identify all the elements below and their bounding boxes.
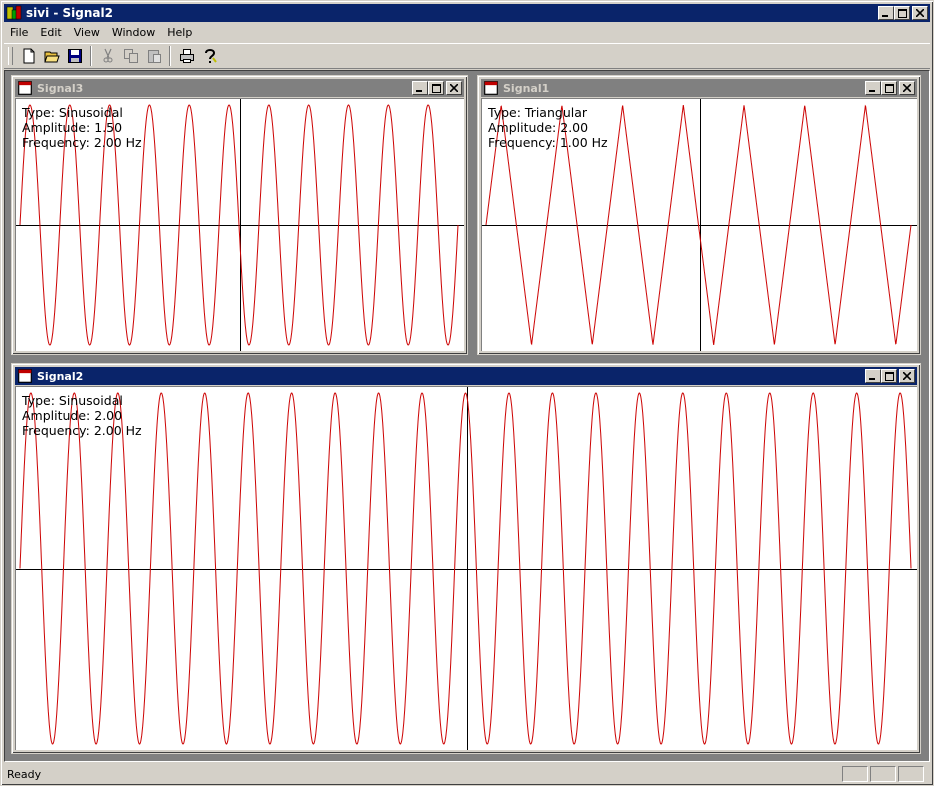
menu-file[interactable]: File <box>4 23 34 42</box>
cut-button[interactable] <box>96 45 119 67</box>
signal3-info: Type: Sinusoidal Amplitude: 1.50 Frequen… <box>22 105 142 150</box>
signal1-window-controls <box>865 81 915 95</box>
menu-bar: File Edit View Window Help <box>4 23 930 42</box>
toolbar-separator <box>169 46 171 66</box>
signal2-plot[interactable]: Type: Sinusoidal Amplitude: 2.00 Frequen… <box>15 386 917 750</box>
signal-frequency-label: Frequency: 2.00 Hz <box>22 423 142 438</box>
status-panes <box>840 766 924 782</box>
minimize-icon <box>882 14 888 17</box>
signal1-window: Signal1 Type: Triangular Amplitude: 2.00… <box>477 75 921 355</box>
minimize-icon <box>416 89 422 92</box>
minimize-icon <box>869 89 875 92</box>
print-icon <box>179 49 194 63</box>
signal2-title: Signal2 <box>37 369 84 383</box>
open-button[interactable] <box>40 45 63 67</box>
status-pane <box>870 766 896 782</box>
signal3-window: Signal3 Type: Sinusoidal Amplitude: 1.50… <box>11 75 468 355</box>
close-icon <box>903 372 911 380</box>
maximize-button[interactable] <box>428 81 444 95</box>
new-button[interactable] <box>17 45 40 67</box>
menu-view[interactable]: View <box>68 23 106 42</box>
close-icon <box>450 84 458 92</box>
signal-amplitude-label: Amplitude: 2.00 <box>22 408 123 423</box>
help-icon <box>204 49 217 63</box>
paste-icon <box>147 50 161 63</box>
signal-amplitude-label: Amplitude: 2.00 <box>488 120 589 135</box>
signal2-window-controls <box>865 369 915 383</box>
app-title: sivi - Signal2 <box>26 6 113 20</box>
maximize-icon <box>897 8 907 18</box>
cut-icon <box>103 48 112 63</box>
minimize-button[interactable] <box>878 6 894 20</box>
save-button[interactable] <box>63 45 86 67</box>
paste-button[interactable] <box>142 45 165 67</box>
maximize-button[interactable] <box>894 6 910 20</box>
minimize-button[interactable] <box>865 369 881 383</box>
app-icon[interactable] <box>6 5 22 21</box>
status-bar: Ready <box>4 764 930 784</box>
status-pane <box>842 766 868 782</box>
open-folder-icon <box>43 51 60 63</box>
signal3-plot[interactable]: Type: Sinusoidal Amplitude: 1.50 Frequen… <box>15 98 464 351</box>
close-icon <box>916 9 924 17</box>
maximize-icon <box>884 83 894 93</box>
maximize-icon <box>431 83 441 93</box>
minimize-button[interactable] <box>412 81 428 95</box>
signal2-window: Signal2 Type: Sinusoidal Amplitude: 2.00… <box>11 363 921 754</box>
maximize-button[interactable] <box>881 369 897 383</box>
close-button[interactable] <box>899 369 915 383</box>
close-button[interactable] <box>446 81 462 95</box>
signal1-plot[interactable]: Type: Triangular Amplitude: 2.00 Frequen… <box>481 98 917 351</box>
new-file-icon <box>23 48 34 64</box>
signal-frequency-label: Frequency: 2.00 Hz <box>22 135 142 150</box>
signal2-titlebar[interactable]: Signal2 <box>15 367 917 385</box>
save-icon <box>67 49 82 63</box>
signal3-title: Signal3 <box>37 81 84 95</box>
copy-icon <box>123 49 138 63</box>
signal-type-label: Type: Triangular <box>488 105 588 120</box>
main-titlebar[interactable]: sivi - Signal2 <box>4 4 930 22</box>
signal3-window-controls <box>412 81 462 95</box>
status-pane <box>898 766 924 782</box>
menu-help[interactable]: Help <box>161 23 198 42</box>
print-button[interactable] <box>175 45 198 67</box>
signal1-titlebar[interactable]: Signal1 <box>481 79 917 97</box>
close-button[interactable] <box>899 81 915 95</box>
signal-amplitude-label: Amplitude: 1.50 <box>22 120 123 135</box>
status-text: Ready <box>7 767 42 781</box>
toolbar-separator <box>90 46 92 66</box>
signal2-waveform <box>16 387 917 750</box>
menu-window[interactable]: Window <box>106 23 161 42</box>
toolbar-grip[interactable] <box>8 47 13 65</box>
signal-type-label: Type: Sinusoidal <box>22 393 123 408</box>
signal-frequency-label: Frequency: 1.00 Hz <box>488 135 608 150</box>
signal2-info: Type: Sinusoidal Amplitude: 2.00 Frequen… <box>22 393 142 438</box>
close-button[interactable] <box>912 6 928 20</box>
minimize-button[interactable] <box>865 81 881 95</box>
main-window-controls <box>878 6 928 20</box>
copy-button[interactable] <box>119 45 142 67</box>
toolbar <box>4 43 930 69</box>
signal3-titlebar[interactable]: Signal3 <box>15 79 464 97</box>
main-window: sivi - Signal2 File Edit View Window Hel… <box>0 0 934 786</box>
signal1-info: Type: Triangular Amplitude: 2.00 Frequen… <box>488 105 608 150</box>
minimize-icon <box>869 377 875 380</box>
signal1-title: Signal1 <box>503 81 550 95</box>
document-icon[interactable] <box>17 368 33 384</box>
signal-type-label: Type: Sinusoidal <box>22 105 123 120</box>
maximize-button[interactable] <box>881 81 897 95</box>
mdi-client-area: Signal3 Type: Sinusoidal Amplitude: 1.50… <box>4 70 930 762</box>
menu-edit[interactable]: Edit <box>34 23 67 42</box>
document-icon[interactable] <box>483 80 499 96</box>
signal-trace <box>19 392 912 745</box>
document-icon[interactable] <box>17 80 33 96</box>
maximize-icon <box>884 371 894 381</box>
help-button[interactable] <box>198 45 221 67</box>
close-icon <box>903 84 911 92</box>
